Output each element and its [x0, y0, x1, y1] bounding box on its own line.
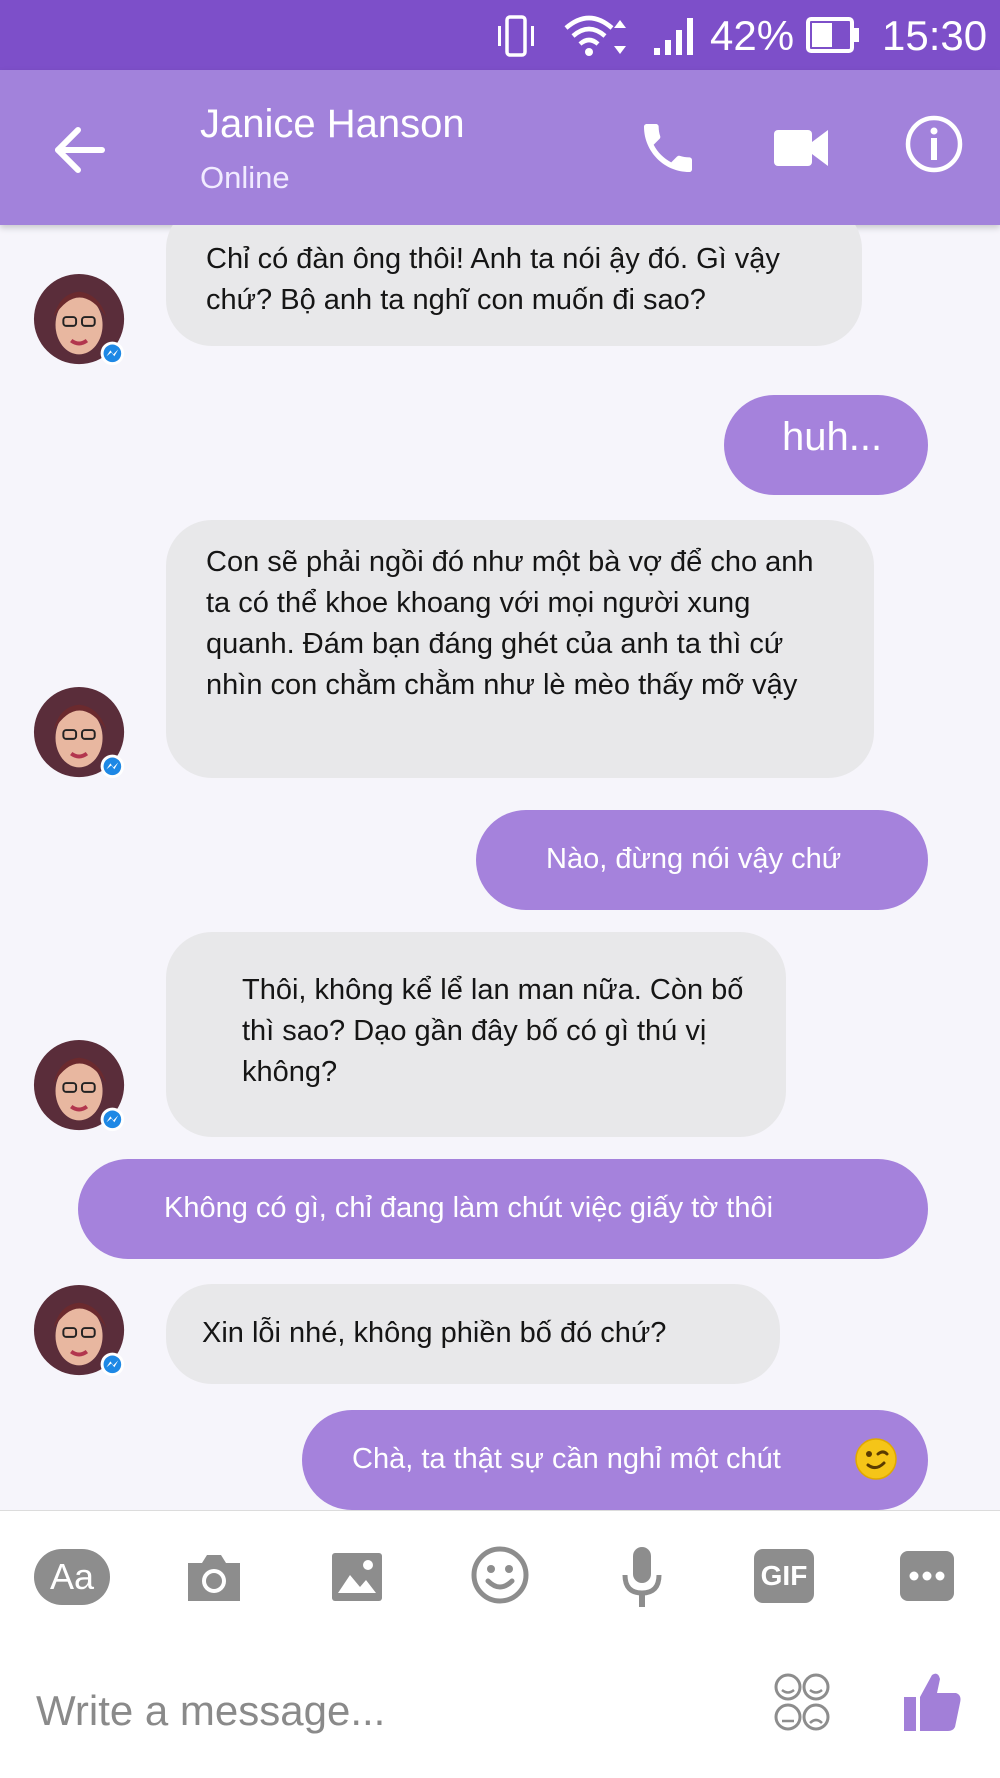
- conversation-header: Janice Hanson Online: [0, 70, 1000, 225]
- contact-name[interactable]: Janice Hanson: [200, 102, 465, 147]
- outgoing-message[interactable]: Không có gì, chỉ đang làm chút việc giấy…: [78, 1159, 928, 1259]
- message-text: Thôi, không kể lể lan man nữa. Còn bố th…: [242, 974, 744, 1088]
- message-input[interactable]: [36, 1676, 736, 1746]
- incoming-message[interactable]: Xin lỗi nhé, không phiền bố đó chứ?: [166, 1284, 780, 1384]
- message-text: Xin lỗi nhé, không phiền bố đó chứ?: [202, 1317, 667, 1349]
- phone-icon[interactable]: [636, 116, 700, 180]
- gif-label: GIF: [760, 1560, 808, 1591]
- incoming-message[interactable]: Chỉ có đàn ông thôi! Anh ta nói ậy đó. G…: [166, 225, 862, 346]
- contact-avatar[interactable]: [32, 685, 130, 783]
- info-icon[interactable]: [904, 114, 964, 174]
- clock: 15:30: [882, 12, 988, 59]
- signal-icon: [654, 18, 693, 55]
- video-camera-icon[interactable]: [772, 122, 830, 174]
- contact-avatar[interactable]: [32, 272, 130, 370]
- message-composer: Aa GIF: [0, 1510, 1000, 1778]
- status-bar: 42% 15:30: [0, 0, 1000, 70]
- vibrate-icon: [498, 15, 534, 57]
- sticker-icon[interactable]: [772, 1671, 832, 1735]
- smiley-icon[interactable]: [470, 1545, 530, 1605]
- outgoing-message[interactable]: huh...: [724, 395, 928, 495]
- message-text: Không có gì, chỉ đang làm chút việc giấy…: [164, 1192, 774, 1224]
- image-icon[interactable]: [330, 1549, 384, 1605]
- thumbs-up-icon[interactable]: [900, 1669, 964, 1735]
- message-text: Chỉ có đàn ông thôi! Anh ta nói ậy đó. G…: [206, 243, 780, 316]
- wifi-icon: [564, 15, 626, 56]
- gif-button[interactable]: GIF: [754, 1549, 814, 1603]
- contact-status: Online: [200, 160, 290, 195]
- message-text: Nào, đừng nói vậy chứ: [546, 843, 842, 875]
- message-list[interactable]: Chỉ có đàn ông thôi! Anh ta nói ậy đó. G…: [0, 225, 1000, 1510]
- more-dots-icon[interactable]: [898, 1549, 956, 1603]
- incoming-message[interactable]: Thôi, không kể lể lan man nữa. Còn bố th…: [166, 932, 786, 1137]
- battery-icon: [806, 17, 859, 53]
- text-format-label: Aa: [49, 1556, 95, 1597]
- back-arrow-icon[interactable]: [50, 120, 110, 180]
- incoming-message[interactable]: Con sẽ phải ngồi đó như một bà vợ để cho…: [166, 520, 874, 778]
- contact-avatar[interactable]: [32, 1283, 130, 1381]
- text-format-button[interactable]: Aa: [34, 1549, 110, 1605]
- wink-emoji-icon: [855, 1438, 897, 1480]
- message-text: huh...: [782, 415, 883, 459]
- contact-avatar[interactable]: [32, 1038, 130, 1136]
- camera-icon[interactable]: [184, 1549, 244, 1605]
- outgoing-message[interactable]: Chà, ta thật sự cần nghỉ một chút: [302, 1410, 928, 1510]
- outgoing-message[interactable]: Nào, đừng nói vậy chứ: [476, 810, 928, 910]
- battery-percent: 42%: [710, 12, 795, 59]
- message-text: Con sẽ phải ngồi đó như một bà vợ để cho…: [206, 546, 814, 701]
- microphone-icon[interactable]: [620, 1545, 664, 1611]
- message-text: Chà, ta thật sự cần nghỉ một chút: [352, 1443, 781, 1475]
